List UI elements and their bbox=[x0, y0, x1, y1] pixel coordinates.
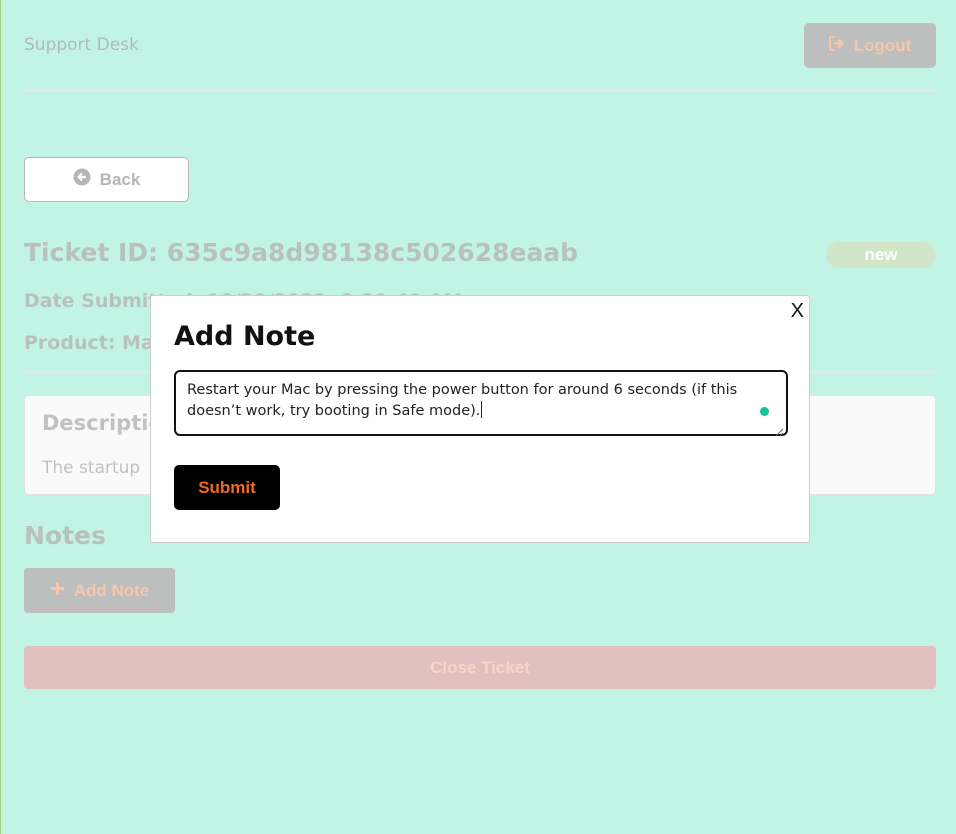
add-note-button[interactable]: Add Note bbox=[24, 568, 175, 613]
note-textarea[interactable]: Restart your Mac by pressing the power b… bbox=[174, 370, 788, 437]
notes-heading: Notes bbox=[24, 521, 106, 550]
back-button[interactable]: Back bbox=[24, 157, 189, 202]
submit-button[interactable]: Submit bbox=[174, 465, 280, 510]
add-note-modal: X Add Note Restart your Mac by pressing … bbox=[150, 295, 810, 543]
status-badge: new bbox=[826, 242, 936, 268]
header-divider bbox=[24, 90, 936, 91]
add-note-label: Add Note bbox=[73, 580, 150, 600]
note-text: Restart your Mac by pressing the power b… bbox=[187, 382, 738, 419]
modal-close-button[interactable]: X bbox=[791, 300, 804, 323]
back-label: Back bbox=[99, 169, 141, 189]
ticket-id: Ticket ID: 635c9a8d98138c502628eaab bbox=[24, 238, 579, 267]
text-caret bbox=[481, 401, 483, 418]
modal-title: Add Note bbox=[174, 321, 316, 352]
close-ticket-button[interactable]: Close Ticket bbox=[24, 646, 936, 689]
grammar-checker-icon[interactable] bbox=[760, 407, 769, 416]
sign-out-icon bbox=[828, 35, 846, 56]
arrow-circle-left-icon bbox=[73, 168, 91, 191]
logout-button[interactable]: Logout bbox=[804, 23, 936, 68]
brand-title[interactable]: Support Desk bbox=[24, 35, 139, 55]
logout-label: Logout bbox=[853, 35, 912, 55]
page: Support Desk Logout Back Ticket ID: 635c… bbox=[1, 0, 956, 834]
description-text: The startup bbox=[42, 458, 141, 478]
resize-handle-icon[interactable] bbox=[775, 423, 784, 437]
plus-icon bbox=[50, 581, 65, 601]
